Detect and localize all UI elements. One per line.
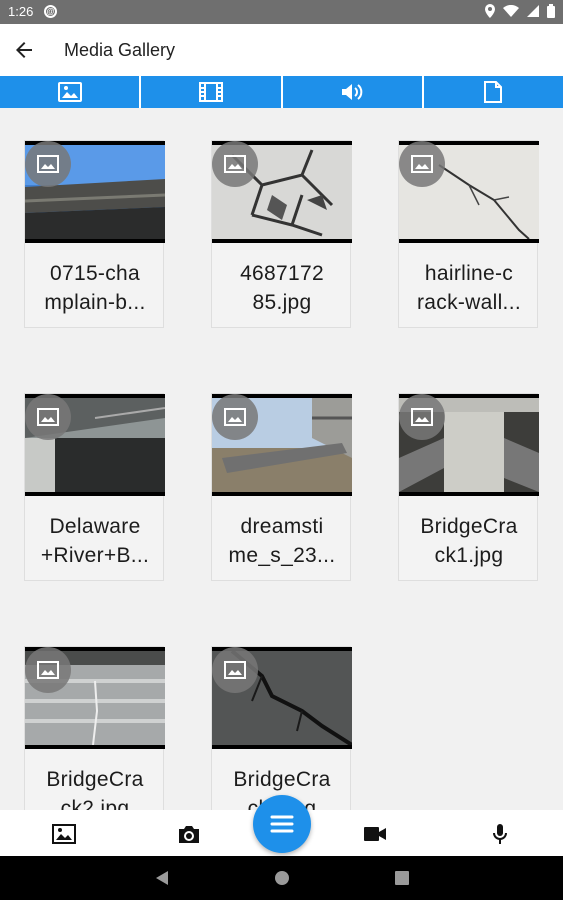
media-type-tabs (0, 76, 563, 108)
document-icon (484, 81, 503, 103)
media-caption: hairline-c rack-wall... (417, 262, 521, 314)
camera-button[interactable] (175, 820, 203, 848)
media-item[interactable]: 4687172 85.jpg (211, 140, 352, 328)
app-bar: Media Gallery (0, 24, 563, 76)
media-caption: BridgeCra ck1.jpg (420, 515, 518, 567)
media-item[interactable]: 0715-cha mplain-b... (24, 140, 165, 328)
image-type-icon (212, 647, 258, 693)
menu-icon (270, 815, 294, 833)
media-thumbnail (25, 141, 165, 243)
page-title: Media Gallery (64, 40, 176, 60)
film-icon (198, 82, 223, 102)
image-type-icon (399, 141, 445, 187)
gallery-button[interactable] (50, 820, 78, 848)
circle-home-icon (275, 871, 289, 885)
media-thumbnail (399, 394, 539, 496)
image-type-icon (212, 394, 258, 440)
status-time: 1:26 (8, 4, 34, 19)
square-recents-icon (395, 871, 409, 885)
system-home-button[interactable] (272, 868, 292, 888)
video-button[interactable] (361, 820, 389, 848)
media-item[interactable]: hairline-c rack-wall... (398, 140, 539, 328)
battery-icon (547, 4, 555, 18)
status-bar: 1:26 @ (0, 0, 563, 24)
image-type-icon (212, 141, 258, 187)
gallery-icon (52, 824, 76, 844)
system-navigation-bar (0, 856, 563, 900)
media-caption: BridgeCra ck2.jpg (46, 768, 144, 810)
system-recents-button[interactable] (392, 868, 412, 888)
media-caption: 4687172 85.jpg (240, 262, 324, 314)
menu-button[interactable] (253, 795, 311, 853)
arrow-back-icon (16, 42, 32, 58)
notification-badge-icon: @ (44, 5, 57, 18)
camera-icon (179, 826, 199, 843)
tab-documents[interactable] (423, 76, 563, 108)
media-item[interactable]: BridgeCra ck2.jpg (24, 646, 165, 810)
media-thumbnail (25, 394, 165, 496)
media-thumbnail (212, 394, 352, 496)
media-item[interactable]: dreamsti me_s_23... (211, 393, 352, 581)
cell-signal-icon (527, 5, 539, 17)
microphone-button[interactable] (486, 820, 514, 848)
media-caption: Delaware +River+B... (40, 515, 150, 567)
back-button[interactable] (10, 36, 38, 64)
media-thumbnail (212, 141, 352, 243)
triangle-back-icon (156, 871, 168, 885)
system-back-button[interactable] (152, 868, 172, 888)
media-item[interactable]: BridgeCra ck3.jpg (211, 646, 352, 810)
microphone-icon (493, 824, 507, 844)
media-caption: 0715-cha mplain-b... (44, 262, 146, 314)
tab-videos[interactable] (141, 76, 281, 108)
tab-images[interactable] (0, 76, 140, 108)
image-type-icon (399, 394, 445, 440)
media-thumbnail (212, 647, 352, 749)
image-type-icon (25, 394, 71, 440)
media-grid: 0715-cha mplain-b... 4687172 85.jpg hair… (0, 108, 563, 810)
media-thumbnail (25, 647, 165, 749)
location-icon (485, 4, 495, 18)
speaker-icon (342, 84, 363, 100)
media-thumbnail (399, 141, 539, 243)
media-item[interactable]: Delaware +River+B... (24, 393, 165, 581)
media-item[interactable]: BridgeCra ck1.jpg (398, 393, 539, 581)
media-caption: dreamsti me_s_23... (228, 515, 336, 567)
tab-audio[interactable] (282, 76, 422, 108)
image-type-icon (25, 647, 71, 693)
image-icon (57, 82, 82, 102)
video-camera-icon (364, 827, 386, 841)
wifi-icon (503, 5, 519, 17)
image-type-icon (25, 141, 71, 187)
